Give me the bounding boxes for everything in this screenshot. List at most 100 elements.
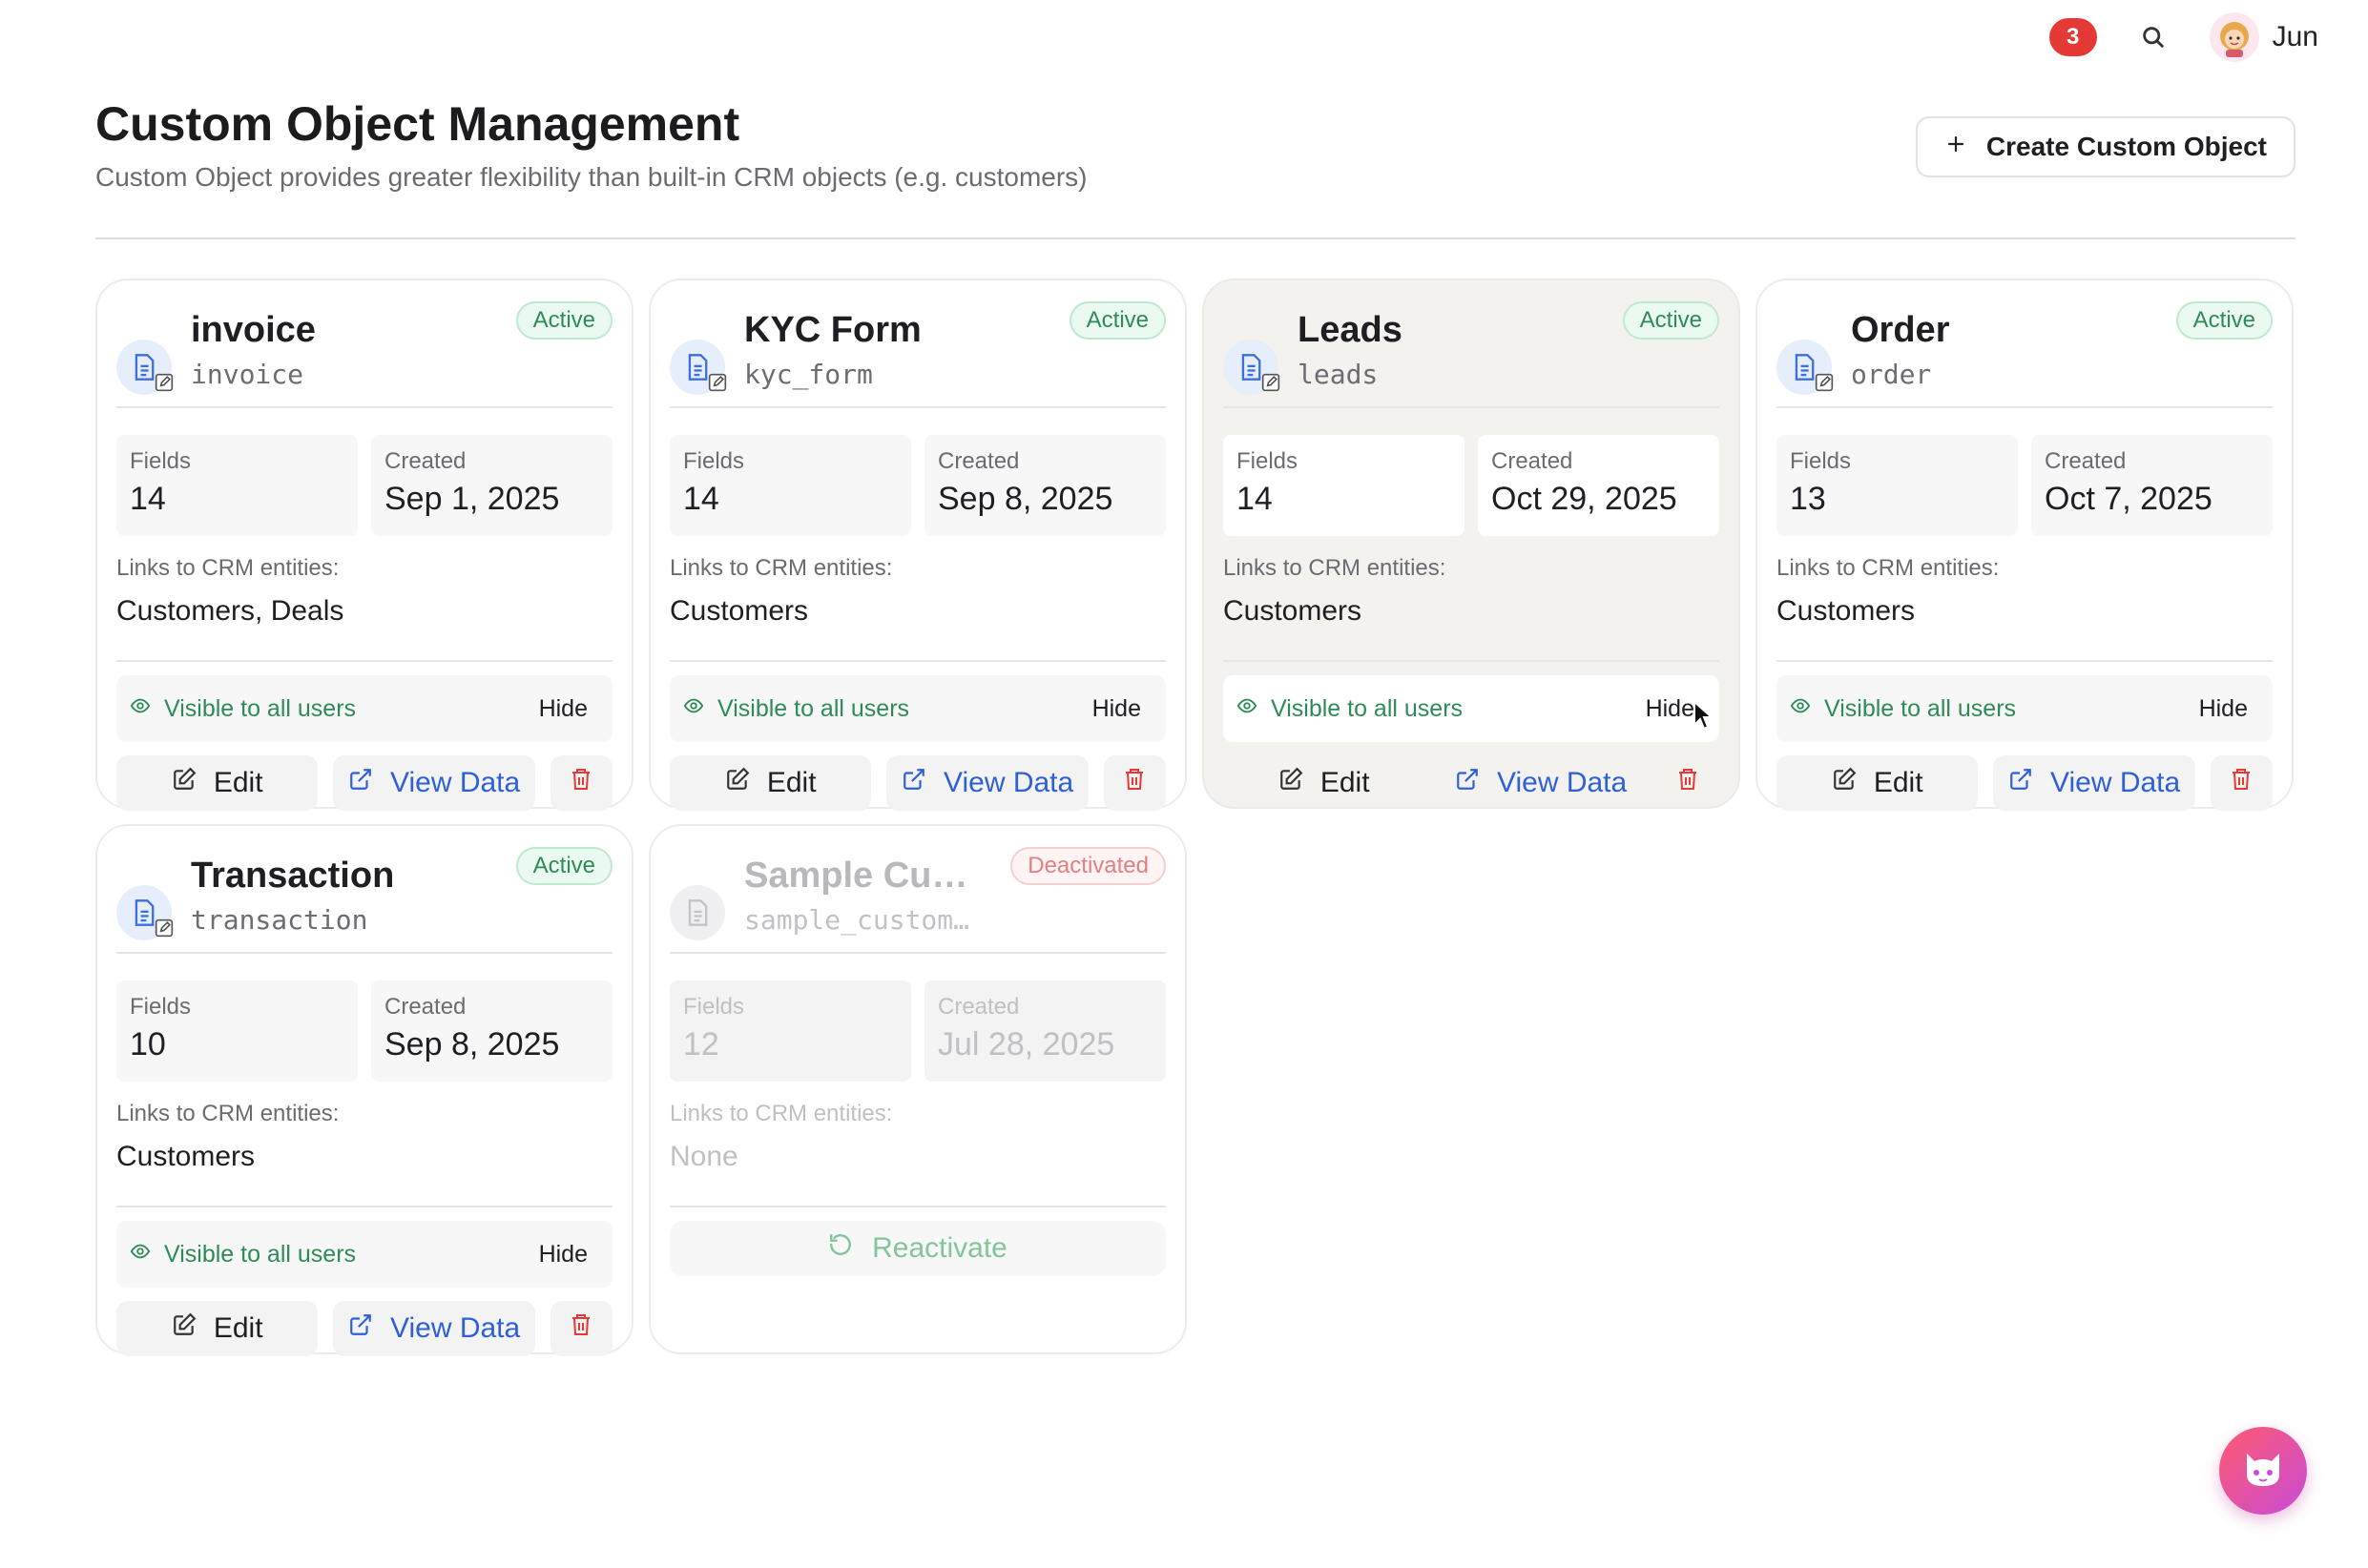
trash-icon: [1123, 767, 1146, 799]
card-divider: [1223, 660, 1719, 662]
object-api-name: transaction: [191, 904, 368, 936]
created-stat: Created Sep 8, 2025: [371, 980, 613, 1082]
created-stat: Created Sep 1, 2025: [371, 435, 613, 536]
created-value: Sep 8, 2025: [938, 481, 1113, 517]
fields-stat: Fields 14: [116, 435, 358, 536]
view-data-button[interactable]: View Data: [1440, 755, 1641, 811]
delete-button[interactable]: [2210, 755, 2274, 811]
edit-button[interactable]: Edit: [670, 755, 872, 811]
eye-icon: [130, 1241, 151, 1269]
visibility-label: Visible to all users: [1271, 694, 1464, 722]
external-link-icon: [902, 767, 926, 799]
edit-icon: [172, 1312, 197, 1345]
reactivate-button[interactable]: Reactivate: [670, 1221, 1166, 1276]
created-value: Oct 29, 2025: [1491, 481, 1677, 517]
document-icon: [670, 340, 727, 395]
search-icon[interactable]: [2139, 23, 2168, 52]
fields-label: Fields: [130, 448, 192, 474]
card-divider: [670, 1206, 1166, 1207]
eye-icon: [1236, 695, 1257, 723]
edit-button[interactable]: Edit: [116, 755, 319, 811]
view-data-button[interactable]: View Data: [1993, 755, 2195, 811]
object-api-name: sample_custom...: [744, 904, 983, 936]
object-name: Sample Cust...: [744, 856, 983, 896]
object-card-order: Order order Active Fields 13 Created Oct…: [1755, 279, 2294, 811]
card-divider: [116, 952, 613, 954]
links-label: Links to CRM entities:: [670, 1101, 893, 1126]
edit-badge-icon: [1815, 373, 1834, 397]
edit-label: Edit: [766, 767, 817, 798]
create-custom-object-button[interactable]: Create Custom Object: [1915, 116, 2295, 177]
edit-button[interactable]: Edit: [116, 1301, 319, 1356]
object-card-leads: Leads leads Active Fields 14 Created Oct…: [1202, 279, 1740, 809]
delete-button[interactable]: [550, 755, 613, 811]
links-label: Links to CRM entities:: [1223, 555, 1446, 581]
fields-value: 13: [1790, 481, 1826, 517]
object-name: Order: [1851, 310, 1950, 350]
visibility-label: Visible to all users: [1824, 694, 2017, 722]
created-label: Created: [1491, 448, 1573, 474]
created-value: Sep 8, 2025: [384, 1026, 560, 1063]
fields-stat: Fields 14: [1223, 435, 1464, 536]
fields-value: 10: [130, 1026, 166, 1063]
edit-icon: [1278, 767, 1303, 799]
card-divider: [1223, 406, 1719, 408]
visibility-row: Visible to all users Hide: [116, 1221, 613, 1288]
object-name: Leads: [1298, 310, 1402, 350]
delete-button[interactable]: [1103, 755, 1167, 811]
hide-button[interactable]: Hide: [1640, 691, 1700, 727]
edit-button[interactable]: Edit: [1776, 755, 1979, 811]
card-divider: [1776, 660, 2273, 662]
fields-stat: Fields 13: [1776, 435, 2018, 536]
document-icon: [116, 885, 174, 940]
card-divider: [670, 406, 1166, 408]
hide-button[interactable]: Hide: [533, 691, 593, 727]
trash-icon: [570, 767, 592, 799]
external-link-icon: [1455, 767, 1480, 799]
card-divider: [670, 660, 1166, 662]
status-badge: Active: [2175, 301, 2273, 340]
card-divider: [116, 1206, 613, 1207]
fields-label: Fields: [1790, 448, 1852, 474]
user-menu[interactable]: Jun: [2209, 12, 2318, 62]
created-stat: Created Jul 28, 2025: [924, 980, 1166, 1082]
edit-label: Edit: [213, 767, 263, 798]
notification-badge[interactable]: 3: [2048, 18, 2097, 56]
card-divider: [670, 952, 1166, 954]
view-data-button[interactable]: View Data: [333, 1301, 535, 1356]
hide-button[interactable]: Hide: [533, 1237, 593, 1272]
fields-value: 14: [1236, 481, 1273, 517]
hide-button[interactable]: Hide: [2193, 691, 2254, 727]
delete-button[interactable]: [550, 1301, 613, 1356]
view-data-button[interactable]: View Data: [886, 755, 1089, 811]
object-api-name: kyc_form: [744, 359, 873, 390]
hide-button[interactable]: Hide: [1087, 691, 1147, 727]
links-label: Links to CRM entities:: [1776, 555, 2000, 581]
trash-icon: [1676, 767, 1699, 799]
delete-button[interactable]: [1657, 755, 1719, 811]
view-data-label: View Data: [390, 1312, 521, 1344]
links-value: Customers: [670, 595, 809, 627]
view-data-label: View Data: [944, 767, 1074, 798]
links-label: Links to CRM entities:: [116, 555, 340, 581]
created-label: Created: [384, 448, 467, 474]
created-label: Created: [2045, 448, 2127, 474]
edit-icon: [725, 767, 750, 799]
view-data-button[interactable]: View Data: [333, 755, 535, 811]
fields-value: 14: [130, 481, 166, 517]
card-divider: [116, 406, 613, 408]
custom-object-grid: invoice invoice Active Fields 14 Created…: [95, 279, 2295, 1356]
document-icon: [1223, 340, 1280, 395]
created-stat: Created Oct 29, 2025: [1478, 435, 1719, 536]
assistant-cat-button[interactable]: [2219, 1427, 2307, 1515]
object-card-sample-custom: Sample Cust... sample_custom... Deactiva…: [649, 824, 1187, 1354]
external-link-icon: [348, 767, 373, 799]
document-icon: [1776, 340, 1834, 397]
created-stat: Created Oct 7, 2025: [2031, 435, 2273, 536]
view-data-label: View Data: [2050, 767, 2181, 798]
visibility-label: Visible to all users: [164, 694, 357, 722]
eye-icon: [1790, 695, 1811, 723]
edit-button[interactable]: Edit: [1223, 755, 1424, 811]
created-label: Created: [938, 994, 1020, 1020]
status-badge: Deactivated: [1010, 847, 1166, 885]
